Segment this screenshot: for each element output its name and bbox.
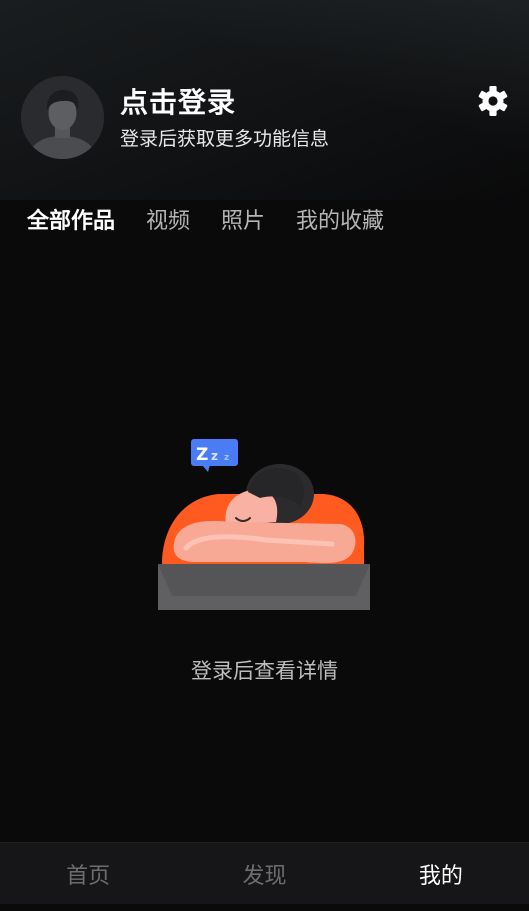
- tab-favorites[interactable]: 我的收藏: [296, 204, 384, 240]
- empty-state-message: 登录后查看详情: [191, 659, 338, 683]
- login-title[interactable]: 点击登录: [120, 84, 236, 122]
- login-subtitle: 登录后获取更多功能信息: [120, 128, 330, 150]
- content-tabs: 全部作品 视频 照片 我的收藏: [27, 204, 415, 240]
- nav-discover[interactable]: 发现: [176, 843, 352, 904]
- tab-all-works[interactable]: 全部作品: [27, 204, 115, 240]
- user-avatar-icon: [21, 76, 104, 159]
- nav-home[interactable]: 首页: [0, 843, 176, 904]
- sleeping-person-illustration: Z z z: [156, 436, 372, 614]
- tab-videos[interactable]: 视频: [146, 204, 190, 240]
- gear-icon: [478, 86, 508, 116]
- svg-text:z: z: [211, 449, 218, 463]
- svg-text:Z: Z: [196, 445, 208, 465]
- tab-photos[interactable]: 照片: [221, 204, 265, 240]
- svg-text:z: z: [224, 453, 229, 463]
- avatar[interactable]: [21, 76, 104, 159]
- bottom-navigation: 首页 发现 我的: [0, 842, 529, 904]
- settings-button[interactable]: [476, 84, 510, 118]
- nav-mine[interactable]: 我的: [353, 843, 529, 904]
